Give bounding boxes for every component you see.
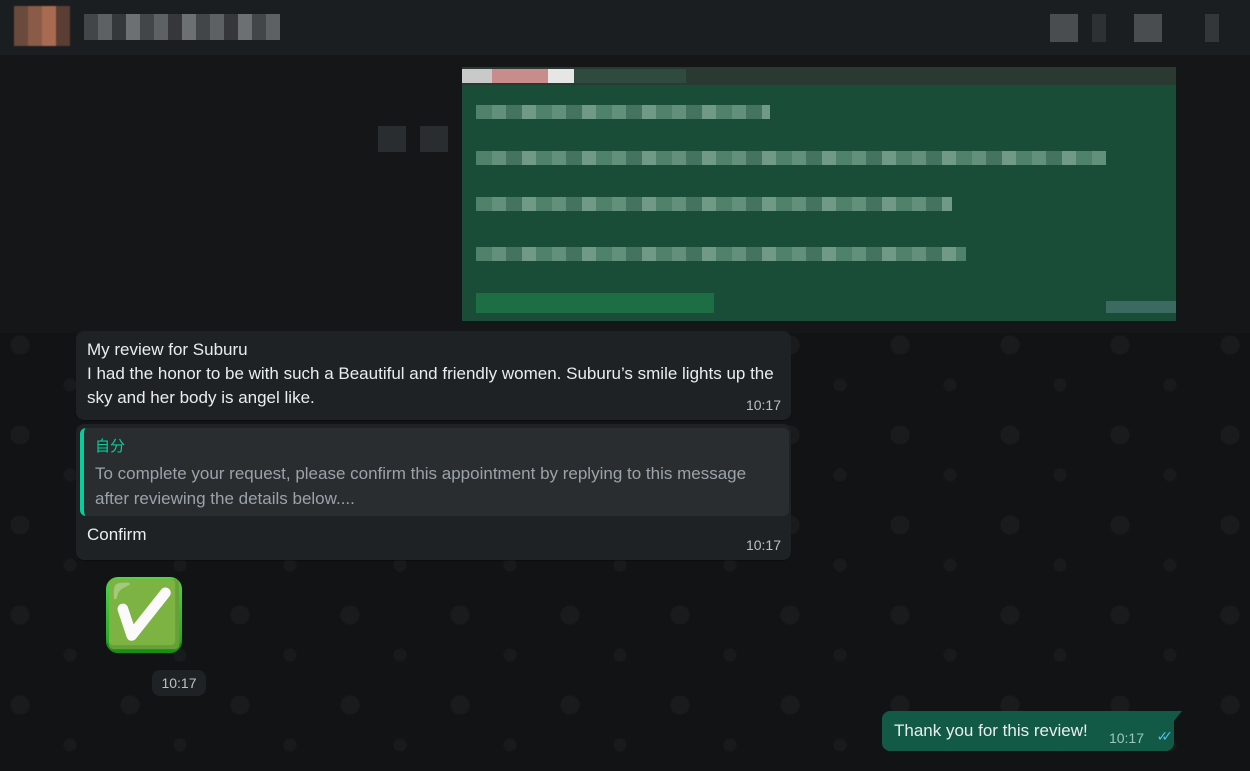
- message-time: 10:17: [745, 537, 781, 553]
- quoted-message[interactable]: 自分 To complete your request, please conf…: [80, 428, 789, 516]
- image-top-strip: [462, 67, 1176, 85]
- sticker-time: 10:17: [152, 670, 206, 696]
- quote-text: To complete your request, please confirm…: [95, 464, 747, 508]
- chat-header: [0, 0, 1250, 55]
- message-time: 10:17: [745, 397, 781, 413]
- image-timestamp-redacted: [1106, 301, 1176, 313]
- incoming-reply-message[interactable]: 自分 To complete your request, please conf…: [76, 424, 791, 560]
- redacted-line: [476, 247, 966, 261]
- contact-avatar[interactable]: [14, 6, 70, 46]
- message-text: Confirm: [87, 525, 147, 544]
- outgoing-message[interactable]: Thank you for this review! 10:17 ✓✓: [882, 711, 1182, 751]
- menu-icon[interactable]: [1205, 14, 1219, 42]
- redacted-line: [476, 105, 770, 119]
- video-call-icon[interactable]: [1050, 14, 1078, 42]
- incoming-message-review[interactable]: My review for Suburu I had the honor to …: [76, 331, 791, 420]
- forward-icon[interactable]: [378, 126, 406, 152]
- redacted-line: [476, 151, 1106, 165]
- message-text: Thank you for this review!: [894, 721, 1088, 740]
- reaction-icon[interactable]: [420, 126, 448, 152]
- quote-author: 自分: [95, 438, 126, 455]
- chat-area[interactable]: My review for Suburu I had the honor to …: [0, 55, 1250, 771]
- redacted-link: [476, 293, 714, 313]
- image-message-redacted[interactable]: [462, 67, 1176, 321]
- message-time: 10:17: [1108, 730, 1144, 746]
- read-double-check-icon: ✓✓: [1156, 729, 1174, 745]
- redacted-line: [476, 197, 952, 211]
- contact-name-redacted[interactable]: [84, 14, 280, 40]
- divider: [1092, 14, 1106, 42]
- message-text: My review for Suburu I had the honor to …: [87, 340, 774, 407]
- search-icon[interactable]: [1134, 14, 1162, 42]
- check-mark-sticker[interactable]: ✅: [104, 577, 184, 653]
- check-mark-icon: ✅: [104, 578, 184, 652]
